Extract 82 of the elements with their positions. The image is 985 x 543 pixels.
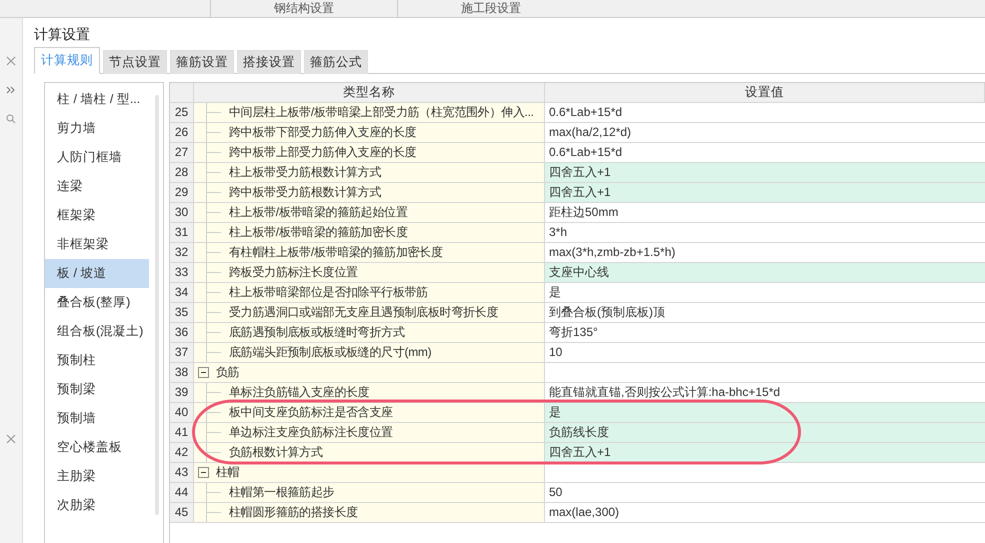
setting-name: 单边标注支座负筋标注长度位置 — [229, 424, 393, 441]
row-number: 40 — [170, 403, 194, 423]
row-number: 38 — [170, 363, 194, 383]
category-item[interactable]: 非框架梁 — [45, 230, 149, 259]
setting-name: 柱帽第一根箍筋起步 — [229, 484, 334, 501]
category-item[interactable]: 预制梁 — [45, 375, 149, 404]
row-number: 32 — [170, 243, 194, 263]
setting-name: 柱上板带暗梁部位是否扣除平行板带筋 — [229, 284, 428, 301]
row-number: 45 — [170, 503, 194, 523]
category-item[interactable]: 次肋梁 — [45, 491, 149, 520]
setting-value-cell[interactable]: 到叠合板(预制底板)顶 — [545, 303, 985, 323]
setting-name: 中间层柱上板带/板带暗梁上部受力筋（柱宽范围外）伸入... — [229, 104, 534, 121]
group-name: 柱帽 — [216, 464, 240, 481]
row-number: 43 — [170, 463, 194, 483]
collapse-toggle-icon[interactable] — [198, 467, 209, 478]
setting-value-cell[interactable]: 四舍五入+1 — [545, 163, 985, 183]
row-number: 44 — [170, 483, 194, 503]
collapse-toggle-icon[interactable] — [198, 367, 209, 378]
setting-value-cell[interactable]: 四舍五入+1 — [545, 183, 985, 203]
category-item[interactable]: 柱 / 墙柱 / 型... — [45, 85, 149, 114]
row-number: 30 — [170, 203, 194, 223]
setting-name: 负筋根数计算方式 — [229, 444, 323, 461]
setting-name: 跨中板带上部受力筋伸入支座的长度 — [229, 144, 416, 161]
column-header[interactable]: 类型名称 — [194, 83, 545, 103]
setting-name: 跨中板带受力筋根数计算方式 — [229, 184, 382, 201]
setting-value-cell[interactable]: 距柱边50mm — [545, 203, 985, 223]
setting-value-cell[interactable]: 负筋线长度 — [545, 423, 985, 443]
setting-value-cell[interactable]: 是 — [545, 403, 985, 423]
close-icon[interactable] — [6, 434, 16, 444]
row-number: 29 — [170, 183, 194, 203]
category-item[interactable]: 空心楼盖板 — [45, 433, 149, 462]
setting-name: 柱帽圆形箍筋的搭接长度 — [229, 504, 358, 521]
setting-name: 单标注负筋锚入支座的长度 — [229, 384, 370, 401]
setting-name: 柱上板带受力筋根数计算方式 — [229, 164, 382, 181]
setting-name: 底筋端头距预制底板或板缝的尺寸(mm) — [229, 344, 432, 361]
category-item[interactable]: 连梁 — [45, 172, 149, 201]
column-header[interactable]: 设置值 — [545, 83, 985, 103]
row-number: 25 — [170, 103, 194, 123]
row-number: 27 — [170, 143, 194, 163]
settings-tab[interactable]: 箍筋设置 — [170, 50, 234, 74]
setting-value-cell[interactable]: 弯折135° — [545, 323, 985, 343]
row-number: 41 — [170, 423, 194, 443]
setting-name: 底筋遇预制底板或板缝时弯折方式 — [229, 324, 405, 341]
setting-value-cell[interactable]: 能直锚就直锚,否则按公式计算:ha-bhc+15*d — [545, 383, 985, 403]
category-item[interactable]: 人防门框墙 — [45, 143, 149, 172]
settings-tab[interactable]: 搭接设置 — [237, 50, 301, 74]
row-number: 42 — [170, 443, 194, 463]
group-name: 负筋 — [216, 364, 240, 381]
background-tab[interactable]: 钢结构设置 — [210, 0, 397, 17]
close-icon[interactable] — [6, 56, 16, 66]
setting-name: 跨板受力筋标注长度位置 — [229, 264, 358, 281]
setting-name: 板中间支座负筋标注是否含支座 — [229, 404, 393, 421]
row-number: 34 — [170, 283, 194, 303]
setting-name: 柱上板带/板带暗梁的箍筋加密长度 — [229, 224, 408, 241]
setting-name: 柱上板带/板带暗梁的箍筋起始位置 — [229, 204, 408, 221]
category-item[interactable]: 框架梁 — [45, 201, 149, 230]
settings-tab[interactable]: 节点设置 — [103, 50, 167, 74]
row-number: 35 — [170, 303, 194, 323]
category-item[interactable]: 主肋梁 — [45, 462, 149, 491]
setting-value-cell[interactable]: 四舍五入+1 — [545, 443, 985, 463]
setting-name: 跨中板带下部受力筋伸入支座的长度 — [229, 124, 416, 141]
category-item[interactable]: 组合板(混凝土) — [45, 317, 149, 346]
setting-value-cell[interactable]: 支座中心线 — [545, 263, 985, 283]
category-item[interactable]: 剪力墙 — [45, 114, 149, 143]
row-number: 33 — [170, 263, 194, 283]
window-title: 计算设置 — [34, 26, 91, 44]
category-item[interactable]: 预制柱 — [45, 346, 149, 375]
row-number: 31 — [170, 223, 194, 243]
category-item[interactable]: 叠合板(整厚) — [45, 288, 149, 317]
setting-name: 有柱帽柱上板带/板带暗梁的箍筋加密长度 — [229, 244, 443, 261]
double-arrow-icon[interactable] — [6, 86, 16, 94]
row-number: 28 — [170, 163, 194, 183]
search-icon[interactable] — [6, 114, 16, 124]
setting-name: 受力筋遇洞口或端部无支座且遇预制底板时弯折长度 — [229, 304, 498, 321]
category-item[interactable]: 预制墙 — [45, 404, 149, 433]
row-number: 36 — [170, 323, 194, 343]
row-number: 26 — [170, 123, 194, 143]
settings-tab[interactable]: 箍筋公式 — [304, 50, 368, 74]
row-number: 39 — [170, 383, 194, 403]
category-item[interactable]: 板 / 坡道 — [45, 259, 149, 288]
background-tab[interactable]: 施工段设置 — [397, 0, 584, 17]
row-number: 37 — [170, 343, 194, 363]
